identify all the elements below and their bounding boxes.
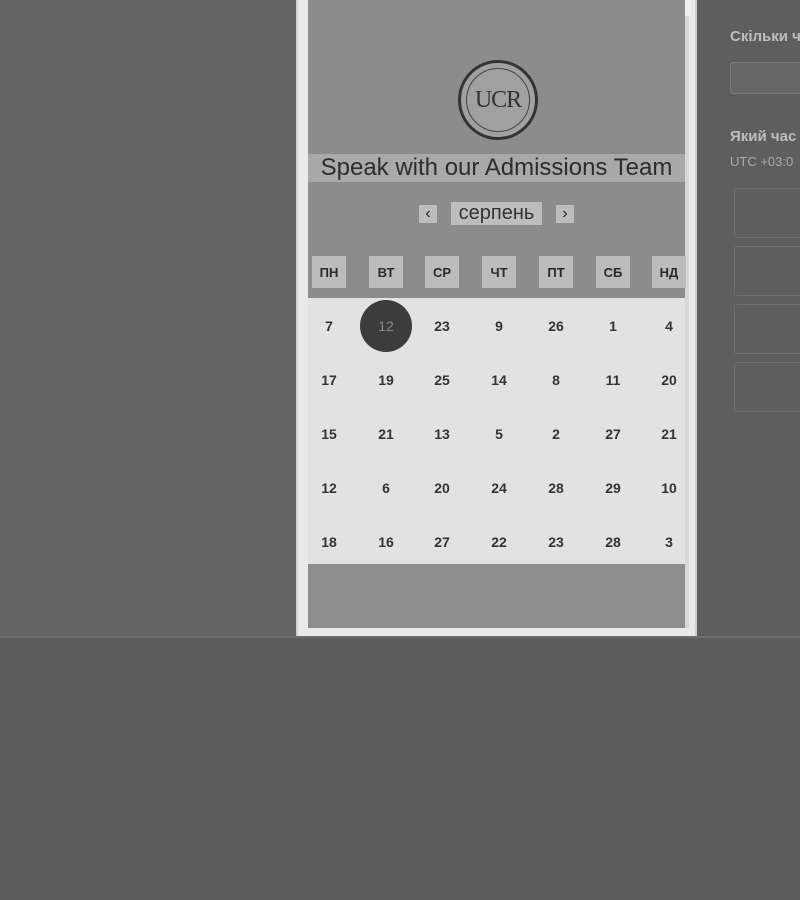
weekday-label: СР	[425, 256, 459, 288]
time-slot[interactable]	[734, 246, 800, 296]
calendar-day[interactable]: 17	[309, 368, 349, 392]
calendar-grid: 7 12 23 9 26 1 4 17 19 25 14 8 11 20 15 21 13 5 2 27 21 12 6 20…	[308, 298, 685, 564]
scheduler-panel: UCR Speak with our Admissions Team ‹ сер…	[308, 0, 691, 628]
calendar-day[interactable]: 15	[309, 422, 349, 446]
calendar-day[interactable]: 10	[649, 476, 689, 500]
calendar-day[interactable]: 22	[479, 530, 519, 554]
ucr-logo: UCR	[458, 60, 538, 140]
calendar-day[interactable]: 26	[536, 314, 576, 338]
calendar-day[interactable]: 1	[593, 314, 633, 338]
month-navigation: ‹ серпень ›	[308, 202, 685, 225]
chevron-right-icon[interactable]: ›	[556, 204, 574, 223]
calendar-day[interactable]: 20	[649, 368, 689, 392]
weekday-label: СБ	[596, 256, 630, 288]
time-slot[interactable]	[734, 304, 800, 354]
weekday-label: НД	[652, 256, 686, 288]
time-slot[interactable]	[734, 362, 800, 412]
time-slot[interactable]	[734, 188, 800, 238]
calendar-day[interactable]: 7	[309, 314, 349, 338]
calendar-day[interactable]: 9	[479, 314, 519, 338]
scrollbar[interactable]	[685, 0, 691, 16]
modal-footer	[308, 564, 685, 626]
calendar-day[interactable]: 25	[422, 368, 462, 392]
calendar-day[interactable]: 5	[479, 422, 519, 446]
duration-label: Скільки ч	[730, 28, 800, 45]
calendar-day[interactable]: 6	[366, 476, 406, 500]
weekday-label: ПН	[312, 256, 346, 288]
weekday-label: ВТ	[369, 256, 403, 288]
weekday-label: ЧТ	[482, 256, 516, 288]
calendar-day[interactable]: 27	[593, 422, 633, 446]
calendar-day[interactable]: 20	[422, 476, 462, 500]
calendar-day[interactable]: 21	[366, 422, 406, 446]
calendar-day[interactable]: 8	[536, 368, 576, 392]
calendar-day[interactable]: 14	[479, 368, 519, 392]
calendar-day[interactable]: 23	[536, 530, 576, 554]
time-label: Який час	[730, 128, 797, 145]
timezone-label: UTC +03:0	[730, 154, 794, 169]
scheduler-modal: UCR Speak with our Admissions Team ‹ сер…	[296, 0, 697, 636]
calendar-day[interactable]: 24	[479, 476, 519, 500]
calendar-day-selected[interactable]: 12	[360, 300, 412, 352]
weekday-label: ПТ	[539, 256, 573, 288]
calendar-day[interactable]: 18	[309, 530, 349, 554]
calendar-day[interactable]: 11	[593, 368, 633, 392]
calendar-day[interactable]: 19	[366, 368, 406, 392]
calendar-day[interactable]: 27	[422, 530, 462, 554]
calendar-day[interactable]: 29	[593, 476, 633, 500]
logo-ring	[466, 68, 530, 132]
calendar-day[interactable]: 4	[649, 314, 689, 338]
calendar-day[interactable]: 28	[593, 530, 633, 554]
duration-select[interactable]	[730, 62, 800, 94]
calendar-day[interactable]: 12	[309, 476, 349, 500]
calendar-day[interactable]: 16	[366, 530, 406, 554]
calendar-day[interactable]: 3	[649, 530, 689, 554]
weekday-header: ПН ВТ СР ЧТ ПТ СБ НД	[308, 256, 686, 290]
page-title: Speak with our Admissions Team	[308, 154, 685, 182]
chevron-left-icon[interactable]: ‹	[419, 204, 437, 223]
month-label: серпень	[450, 202, 543, 225]
booking-form-panel: Скільки ч Який час UTC +03:0	[697, 0, 800, 636]
calendar-day[interactable]: 2	[536, 422, 576, 446]
calendar-day[interactable]: 21	[649, 422, 689, 446]
calendar-day[interactable]: 23	[422, 314, 462, 338]
calendar-day[interactable]: 28	[536, 476, 576, 500]
calendar-day[interactable]: 13	[422, 422, 462, 446]
